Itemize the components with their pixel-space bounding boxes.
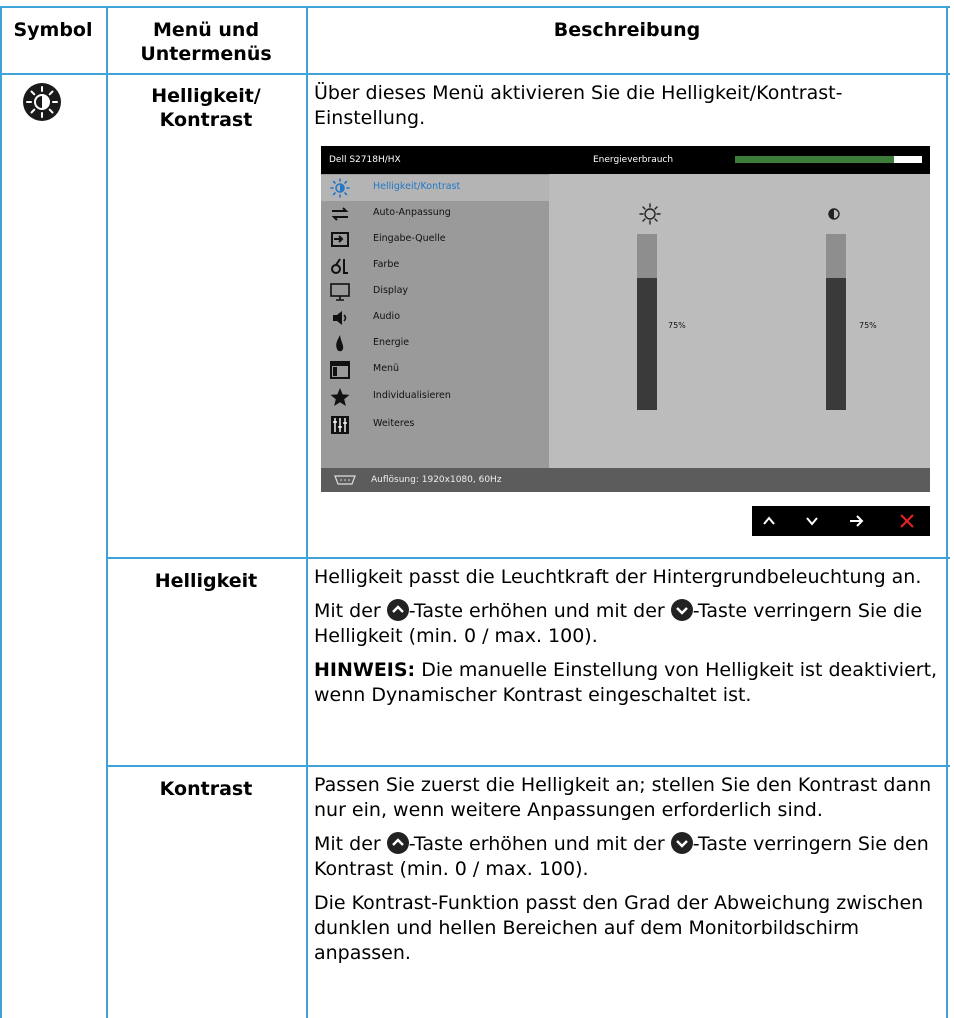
contrast-slider-fill <box>826 278 846 410</box>
osd-menu-item-label: Farbe <box>373 259 400 270</box>
osd-menu: Helligkeit/Kontrast Auto-Anpassung Eingabe… <box>321 174 549 468</box>
desc-brightness-note: HINWEIS: Die manuelle Einstellung von He… <box>314 659 938 706</box>
osd-menu-item-label: Energie <box>373 337 410 348</box>
osd-menu-item-label: Audio <box>373 311 401 322</box>
osd-menu-item[interactable]: Menü <box>321 357 549 383</box>
display-icon <box>329 281 351 303</box>
close-icon[interactable] <box>899 513 915 529</box>
osd-menu-item[interactable]: Display <box>321 279 549 305</box>
brightness-slider-fill <box>637 278 657 410</box>
osd-menu-item[interactable]: Individualisieren <box>321 384 549 410</box>
energy-bar-fill <box>735 156 894 163</box>
osd-menu-item[interactable]: Weiteres <box>321 412 549 438</box>
table-border-left <box>0 6 2 1018</box>
osd-menu-item-label: Auto-Anpassung <box>373 207 451 218</box>
color-icon <box>329 255 351 277</box>
header-description: Beschreibung <box>553 19 701 41</box>
brightness-contrast-symbol-icon <box>22 82 62 122</box>
osd-menu-item[interactable]: Eingabe-Quelle <box>321 227 549 253</box>
osd-model: Dell S2718H/HX <box>329 155 401 165</box>
desc-brightness: Helligkeit passt die Leuchtkraft der Hin… <box>314 565 944 717</box>
row-divider-1 <box>106 557 950 559</box>
menu-brightness: Helligkeit <box>154 570 258 592</box>
auto-adjust-icon <box>329 203 351 225</box>
contrast-value: 75% <box>859 321 877 330</box>
table-border-top <box>0 6 950 8</box>
desc-contrast-p1: Passen Sie zuerst die Helligkeit an; ste… <box>314 774 932 821</box>
desc-contrast: Passen Sie zuerst die Helligkeit an; ste… <box>314 773 944 975</box>
desc-brightness-p2: Mit der -Taste erhöhen und mit der -Tast… <box>314 599 923 647</box>
osd-screenshot: Dell S2718H/HX Energieverbrauch Helligke… <box>321 146 930 536</box>
osd-menu-item[interactable]: Farbe <box>321 253 549 279</box>
desc-brightness-contrast: Über dieses Menü aktivieren Sie die Hell… <box>314 82 843 129</box>
header-symbol: Symbol <box>13 19 93 41</box>
desc-contrast-p2: Mit der -Taste erhöhen und mit der -Tast… <box>314 832 929 880</box>
energy-bar <box>735 156 922 163</box>
desc-contrast-p3: Die Kontrast-Funktion passt den Grad der… <box>314 892 924 964</box>
up-arrow-icon[interactable] <box>762 514 776 528</box>
menu-icon <box>329 359 351 381</box>
osd-menu-item-label: Weiteres <box>373 418 415 429</box>
table-border-right <box>946 6 948 1018</box>
others-icon <box>329 414 351 436</box>
sun-icon <box>639 203 661 225</box>
header-menu: Menü und Untermenüs <box>140 19 272 65</box>
osd-nav-buttons <box>752 506 930 536</box>
brightness-value: 75% <box>668 321 686 330</box>
osd-status-bar: Auflösung: 1920x1080, 60Hz <box>321 468 930 492</box>
contrast-icon <box>828 208 840 220</box>
osd-menu-item[interactable]: Audio <box>321 305 549 331</box>
vga-connector-icon <box>334 475 356 485</box>
brightness-slider[interactable] <box>637 234 657 410</box>
contrast-slider[interactable] <box>826 234 846 410</box>
osd-resolution: Auflösung: 1920x1080, 60Hz <box>371 475 502 485</box>
osd-menu-item[interactable]: Energie <box>321 331 549 357</box>
menu-contrast: Kontrast <box>159 778 253 800</box>
column-divider-1 <box>106 6 108 1018</box>
brightness-icon <box>329 177 351 199</box>
header-divider <box>0 73 950 75</box>
speaker-icon <box>329 307 351 329</box>
osd-menu-item-label: Display <box>373 285 409 296</box>
down-button-icon <box>670 832 693 854</box>
osd-menu-item[interactable]: Helligkeit/Kontrast <box>321 175 549 201</box>
osd-menu-item-label: Helligkeit/Kontrast <box>373 181 461 192</box>
osd-energy-label: Energieverbrauch <box>593 155 674 165</box>
osd-menu-item-label: Individualisieren <box>373 390 451 401</box>
right-arrow-icon[interactable] <box>849 514 865 528</box>
star-icon <box>329 386 351 408</box>
up-button-icon <box>386 832 409 854</box>
row-divider-2 <box>106 765 950 767</box>
osd-title-bar: Dell S2718H/HX Energieverbrauch <box>321 146 930 174</box>
energy-icon <box>329 333 351 355</box>
menu-brightness-contrast: Helligkeit/ Kontrast <box>151 85 261 131</box>
osd-menu-item-label: Eingabe-Quelle <box>373 233 446 244</box>
osd-menu-item-label: Menü <box>373 363 400 374</box>
down-button-icon <box>670 599 693 621</box>
osd-menu-item[interactable]: Auto-Anpassung <box>321 201 549 227</box>
osd-panel: 75% 75% <box>549 174 930 468</box>
input-source-icon <box>329 229 351 251</box>
down-arrow-icon[interactable] <box>805 514 819 528</box>
up-button-icon <box>386 599 409 621</box>
desc-brightness-p1: Helligkeit passt die Leuchtkraft der Hin… <box>314 566 922 588</box>
column-divider-2 <box>306 6 308 1018</box>
